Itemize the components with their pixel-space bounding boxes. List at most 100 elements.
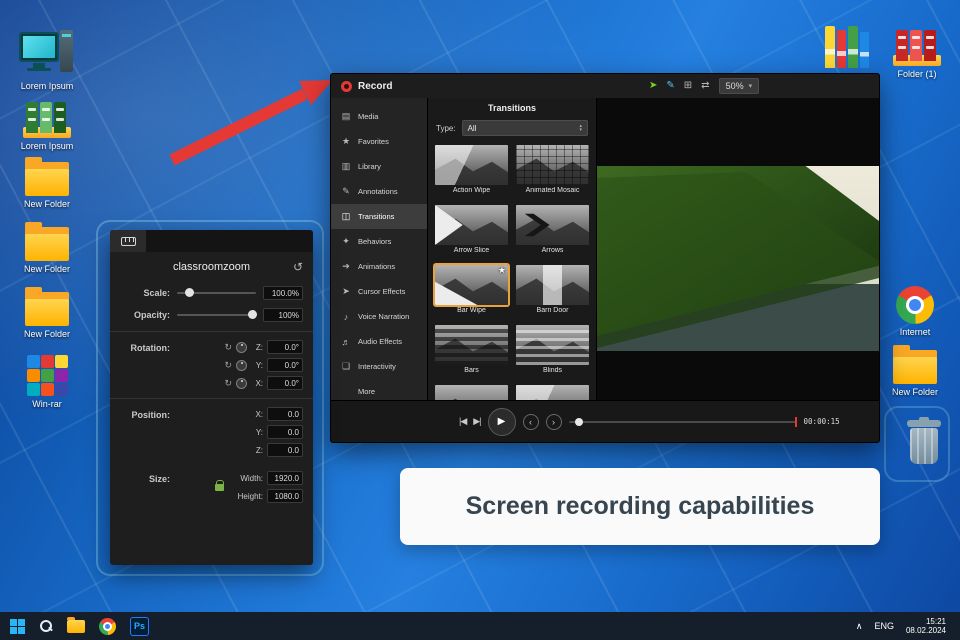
start-button[interactable] [10,618,25,634]
desktop-icon-new-folder-right[interactable]: New Folder [883,345,947,397]
rotation-z-value[interactable]: 0.0° [267,340,303,354]
sidebar-item-annotations[interactable]: ✎ Annotations [331,179,427,204]
tab-media-properties[interactable] [110,230,146,252]
desktop-icon-new-folder-2[interactable]: New Folder [15,222,79,274]
sidebar-item-cursor-effects[interactable]: ➤ Cursor Effects [331,279,427,304]
desktop-icon-folder-1[interactable]: Folder (1) [885,28,949,79]
height-row: Height: 1080.0 [177,489,303,503]
sidebar-item-animations[interactable]: ➔ Animations [331,254,427,279]
transition-item-partial[interactable] [435,385,508,400]
transition-arrows[interactable]: Arrows [516,205,589,254]
rotation-x-value[interactable]: 0.0° [267,376,303,390]
desktop-icon-new-folder-1[interactable]: New Folder [15,157,79,209]
sidebar-item-library[interactable]: ▥ Library [331,154,427,179]
clock[interactable]: 15:21 08.02.2024 [906,617,946,635]
desktop-icon-library[interactable] [815,26,879,68]
recorder-main: ▤ Media ★ Favorites ▥ Library ✎ Annotati… [331,98,879,400]
slider-thumb[interactable] [184,288,194,297]
red-arrow-annotation [169,80,333,166]
transition-label: Bars [464,367,479,374]
desktop-icon-internet[interactable]: Internet [883,286,947,337]
opacity-slider[interactable] [177,310,258,319]
sidebar-item-interactivity[interactable]: ❏ Interactivity [331,354,427,379]
transition-barn-door[interactable]: Barn Door [516,265,589,314]
library-books-icon [825,26,869,68]
rotation-dial[interactable] [236,359,247,371]
next-button[interactable]: › [545,413,562,430]
sidebar-item-media[interactable]: ▤ Media [331,104,427,129]
reset-icon[interactable]: ↺ [293,260,303,274]
sidebar-item-transitions[interactable]: ◫ Transitions [331,204,427,229]
sidebar-item-voice-narration[interactable]: ♪ Voice Narration [331,304,427,329]
record-icon[interactable] [341,80,352,92]
library-icon: ▥ [341,161,351,171]
lock-icon[interactable] [215,480,224,491]
transition-animated-mosaic[interactable]: Animated Mosaic [516,145,589,194]
transition-bars[interactable]: Bars [435,325,508,374]
timeline-scrubber[interactable] [568,416,797,427]
width-value[interactable]: 1920.0 [267,471,303,485]
play-button[interactable]: ▶ [487,407,516,436]
scale-row: Scale: 100.0% [110,282,313,304]
pen-tool-icon[interactable]: ✎ [666,81,674,91]
expand-tool-icon[interactable]: ⇄ [701,81,709,91]
position-z-value[interactable]: 0.0 [267,443,303,457]
language-indicator[interactable]: ENG [874,621,894,631]
type-select[interactable]: All ▴ ▾ [461,120,588,136]
size-label: Size: [148,474,170,484]
rotate-icon[interactable]: ↻ [224,360,232,371]
opacity-value[interactable]: 100% [263,308,303,322]
crop-tool-icon[interactable]: ⊞ [684,81,692,91]
transition-blinds[interactable]: Blinds [516,325,589,374]
cursor-tool-icon[interactable]: ➤ [649,81,657,91]
desktop-icon-label: New Folder [891,387,938,397]
sidebar-item-favorites[interactable]: ★ Favorites [331,129,427,154]
desktop-icon-winrar[interactable]: Win-rar [15,355,79,409]
axis-label: X: [255,409,263,419]
type-label: Type: [436,123,456,133]
step-forward-button[interactable]: ▶| [473,416,481,427]
search-icon[interactable] [39,619,53,633]
step-back-button[interactable]: |◀ [459,416,467,427]
transition-item-partial[interactable] [516,385,589,400]
scale-slider[interactable] [177,288,256,297]
rotation-dial[interactable] [236,377,247,389]
desktop-icon-recycle-bin[interactable] [892,416,956,464]
zoom-dropdown[interactable]: 50% ▾ [718,78,760,94]
transition-action-wipe[interactable]: Action Wipe [435,145,508,194]
microphone-icon: ♪ [343,311,349,322]
position-y-value[interactable]: 0.0 [267,425,303,439]
rotation-x-row: ↻ X: 0.0° [177,376,303,390]
caption-banner: Screen recording capabilities [400,468,880,545]
transition-arrow-slice[interactable]: Arrow Slice [435,205,508,254]
rotation-y-value[interactable]: 0.0° [267,358,303,372]
desktop-icon-new-folder-3[interactable]: New Folder [15,287,79,339]
rotate-icon[interactable]: ↻ [224,378,232,389]
scrubber-thumb[interactable] [574,417,583,426]
rotate-icon[interactable]: ↻ [224,342,232,353]
slider-thumb[interactable] [248,310,258,319]
height-value[interactable]: 1080.0 [267,489,303,503]
axis-label: Z: [255,445,263,455]
desktop-icon-computer[interactable]: Lorem Ipsum [15,30,79,91]
tray-expand-icon[interactable]: ∧ [856,621,863,632]
previous-button[interactable]: ‹ [522,413,539,430]
desktop-icon-binders[interactable]: Lorem Ipsum [15,100,79,151]
axis-label: Z: [255,342,263,352]
scale-value[interactable]: 100.0% [263,286,303,300]
transition-thumbnail [516,385,589,400]
position-y-row: Y: 0.0 [177,425,303,439]
transition-thumbnail [435,325,508,365]
file-explorer-icon[interactable] [67,616,85,633]
winrar-icon [26,355,68,396]
position-x-value[interactable]: 0.0 [267,407,303,421]
desktop-icon-label: Lorem Ipsum [20,141,74,151]
transition-thumbnail [516,265,589,305]
sidebar-item-audio-effects[interactable]: ♬ Audio Effects [331,329,427,354]
chrome-taskbar-icon[interactable] [99,617,116,635]
photoshop-taskbar-icon[interactable]: Ps [130,616,149,636]
transition-bar-wipe-selected[interactable]: ★ Bar Wipe [433,263,510,314]
rotation-dial[interactable] [236,341,247,353]
sidebar-item-behaviors[interactable]: ✦ Behaviors [331,229,427,254]
position-label: Position: [131,410,171,420]
